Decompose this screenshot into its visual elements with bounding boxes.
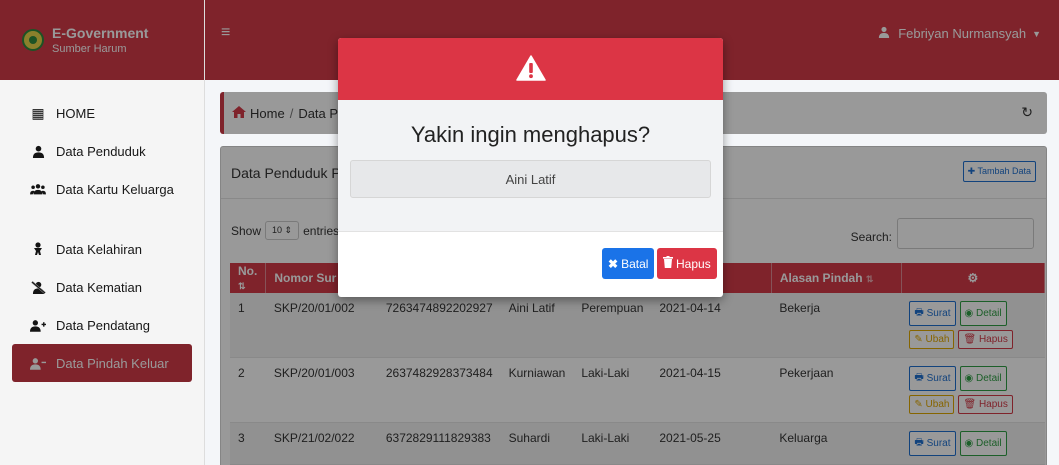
sidebar-item-label: Data Kelahiran (56, 241, 142, 257)
brand[interactable]: E-Government Sumber Harum (0, 0, 204, 80)
column-header[interactable]: No. ⇅ (230, 263, 267, 293)
delete-button[interactable]: 🗑 Hapus (958, 330, 1013, 349)
caret-down-icon: ▼ (1032, 28, 1041, 39)
detail-button[interactable]: ◉ Detail (959, 431, 1007, 456)
breadcrumb-home[interactable]: Home (250, 106, 285, 121)
table-row: 1 SKP/20/01/002 7263474892202927 Aini La… (230, 293, 1045, 358)
gears-icon: ⚙ (967, 271, 979, 285)
sidebar-item-label: Data Penduduk (56, 143, 146, 159)
sidebar-item-home[interactable]: ▦ HOME (12, 94, 192, 132)
sidebar-item-data-pindah-keluar[interactable]: Data Pindah Keluar (12, 344, 192, 382)
surat-button[interactable]: 🖶 Surat (909, 366, 956, 391)
user-slash-icon (28, 280, 48, 294)
cancel-button[interactable]: ✖ Batal (602, 248, 655, 279)
warning-icon (515, 54, 546, 84)
sidebar-item-label: Data Kartu Keluarga (56, 181, 174, 197)
modal-header (338, 38, 723, 100)
user-icon (878, 26, 890, 41)
sidebar-menu: ▦ HOME Data Penduduk Data Kartu Keluarga… (0, 80, 204, 382)
close-icon: ✖ (608, 256, 619, 271)
surat-button[interactable]: 🖶 Surat (909, 431, 956, 456)
sidebar-item-data-kelahiran[interactable]: Data Kelahiran (12, 230, 192, 268)
length-control: Show 10 ⇕ entries (231, 221, 339, 240)
user-plus-icon (28, 319, 48, 332)
modal-body: Yakin ingin menghapus? Aini Latif (338, 100, 723, 232)
add-data-button[interactable]: ✚ Tambah Data (962, 161, 1036, 182)
column-header-actions: ⚙ (901, 263, 1046, 293)
sidebar-item-data-kematian[interactable]: Data Kematian (12, 268, 192, 306)
hamburger-icon[interactable]: ≡ (221, 24, 230, 42)
users-icon (28, 183, 48, 195)
user-name: Febriyan Nurmansyah (898, 26, 1027, 41)
home-icon[interactable] (232, 105, 246, 121)
edit-button[interactable]: ✎ Ubah (909, 330, 955, 349)
trash-icon (663, 256, 673, 271)
modal-footer: ✖ Batal Hapus (338, 232, 723, 297)
brand-logo (22, 29, 44, 51)
sidebar-item-label: Data Kematian (56, 279, 142, 295)
user-icon (28, 145, 48, 158)
sidebar-item-label: Data Pendatang (56, 317, 150, 333)
entries-select[interactable]: 10 ⇕ (265, 221, 300, 240)
sidebar-item-data-pendatang[interactable]: Data Pendatang (12, 306, 192, 344)
table-row: 3 SKP/21/02/022 6372829111829383 Suhardi… (230, 422, 1045, 465)
sort-icon: ⇅ (238, 281, 246, 291)
table-row: 2 SKP/20/01/003 2637482928373484 Kurniaw… (230, 357, 1045, 423)
edit-button[interactable]: ✎ Ubah (909, 395, 955, 414)
sidebar: E-Government Sumber Harum ▦ HOME Data Pe… (0, 0, 205, 465)
user-menu[interactable]: Febriyan Nurmansyah ▼ (878, 26, 1041, 41)
surat-button[interactable]: 🖶 Surat (909, 301, 956, 326)
search-label: Search: (850, 230, 892, 244)
detail-button[interactable]: ◉ Detail (959, 301, 1007, 326)
refresh-icon[interactable]: ↻ (1021, 104, 1033, 121)
sidebar-item-data-penduduk[interactable]: Data Penduduk (12, 132, 192, 170)
sidebar-item-data-kartu-keluarga[interactable]: Data Kartu Keluarga (12, 170, 192, 208)
plus-icon: ✚ (967, 166, 976, 176)
sidebar-item-label: HOME (56, 105, 95, 121)
modal-question: Yakin ingin menghapus? (410, 122, 651, 147)
brand-subtitle: Sumber Harum (52, 42, 127, 55)
brand-title: E-Government (52, 24, 149, 41)
sort-icon: ⇅ (865, 274, 874, 284)
search-input[interactable] (897, 218, 1034, 249)
confirm-delete-button[interactable]: Hapus (657, 248, 717, 279)
grid-icon: ▦ (31, 104, 45, 121)
baby-icon (28, 242, 48, 256)
delete-button[interactable]: 🗑 Hapus (958, 395, 1013, 414)
modal-target-name: Aini Latif (350, 160, 711, 198)
card-title: Data Penduduk Pin (231, 165, 352, 181)
user-minus-icon (28, 357, 48, 370)
delete-confirm-modal: Yakin ingin menghapus? Aini Latif ✖ Bata… (338, 38, 723, 297)
sidebar-item-label: Data Pindah Keluar (56, 355, 169, 371)
column-header[interactable]: Alasan Pindah ⇅ (771, 263, 902, 293)
detail-button[interactable]: ◉ Detail (959, 366, 1007, 391)
